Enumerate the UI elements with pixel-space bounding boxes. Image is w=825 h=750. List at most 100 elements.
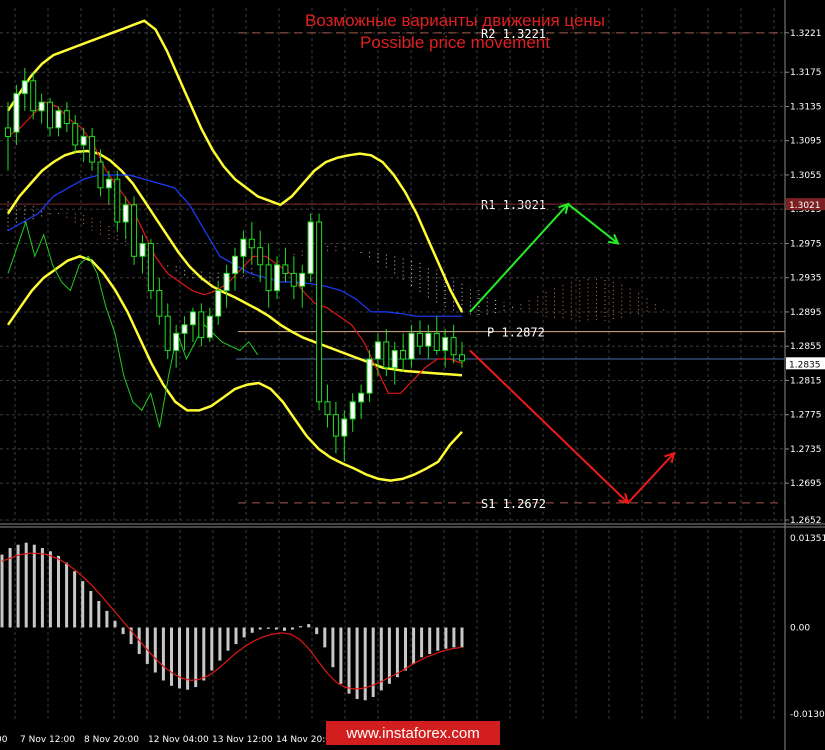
macd-bar bbox=[428, 627, 432, 654]
candle-body bbox=[316, 221, 323, 403]
candle-body bbox=[442, 337, 449, 351]
candle-body bbox=[198, 311, 205, 339]
price-chart: R2 1.3221R1 1.3021P 1.2872S1 1.2672 1.32… bbox=[0, 0, 825, 750]
macd-bar bbox=[283, 627, 286, 631]
candle-body bbox=[349, 401, 356, 420]
candle-body bbox=[374, 341, 381, 360]
level-label-p: P 1.2872 bbox=[487, 326, 545, 340]
candle-body bbox=[13, 93, 20, 133]
macd-bar bbox=[266, 627, 270, 629]
candle-body bbox=[223, 272, 230, 291]
macd-bar bbox=[412, 627, 416, 664]
macd-bar bbox=[242, 627, 246, 638]
watermark[interactable]: www.instaforex.com bbox=[326, 721, 500, 745]
candle-body bbox=[240, 238, 247, 257]
y-tick-label: 1.3221 bbox=[790, 29, 822, 39]
x-tick-label: 7 Nov 12:00 bbox=[20, 735, 75, 745]
macd-bar bbox=[404, 627, 407, 671]
candle-body bbox=[299, 272, 306, 287]
macd-bar bbox=[460, 627, 464, 648]
y-tick-label: 1.3135 bbox=[790, 102, 822, 112]
macd-y-tick-label: -0.01307 bbox=[790, 710, 825, 720]
candle-body bbox=[274, 264, 280, 292]
candle-body bbox=[105, 178, 112, 189]
macd-bar bbox=[89, 591, 93, 628]
macd-y-tick-label: 0.00 bbox=[790, 623, 810, 633]
candle-body bbox=[433, 332, 440, 351]
macd-bar bbox=[387, 627, 391, 684]
macd-bar bbox=[161, 627, 165, 681]
candle-body bbox=[282, 264, 289, 274]
macd-bar bbox=[194, 627, 198, 688]
macd-bar bbox=[315, 627, 319, 635]
candle-body bbox=[139, 243, 146, 257]
y-tick-label: 1.3095 bbox=[790, 137, 822, 147]
y-tick-label: 1.2895 bbox=[790, 308, 822, 318]
macd-bar bbox=[250, 627, 254, 633]
macd-bar bbox=[452, 627, 456, 648]
macd-bar bbox=[371, 627, 375, 697]
macd-bar bbox=[178, 627, 181, 689]
candle-body bbox=[156, 290, 163, 317]
macd-bar bbox=[57, 555, 60, 628]
macd-bar bbox=[8, 548, 12, 628]
macd-bar bbox=[113, 620, 117, 628]
candle-body bbox=[332, 414, 339, 437]
x-tick-label: 8 Nov 20:00 bbox=[84, 735, 139, 745]
title-ru: Возможные варианты движения цены bbox=[305, 11, 605, 30]
macd-bar bbox=[331, 627, 335, 668]
macd-bar bbox=[291, 627, 294, 630]
y-tick-label: 1.2695 bbox=[790, 479, 822, 489]
candle-body bbox=[383, 341, 390, 369]
candle-body bbox=[21, 80, 28, 95]
level-label-s1: S1 1.2672 bbox=[481, 497, 546, 511]
y-tick-label: 1.2855 bbox=[790, 342, 822, 352]
macd-bar bbox=[218, 627, 222, 661]
candle-body bbox=[248, 238, 255, 249]
candle-body bbox=[400, 350, 407, 360]
candle-body bbox=[232, 255, 238, 274]
macd-bar bbox=[339, 627, 343, 684]
macd-bar bbox=[202, 627, 206, 681]
candle-body bbox=[425, 332, 432, 347]
candle-body bbox=[30, 80, 37, 112]
macd-bar bbox=[347, 627, 351, 694]
candle-body bbox=[173, 332, 180, 351]
candle-body bbox=[324, 401, 331, 416]
macd-bar bbox=[323, 627, 327, 648]
y-tick-label: 1.2815 bbox=[790, 376, 822, 386]
macd-bar bbox=[226, 627, 230, 651]
candle-body bbox=[206, 315, 213, 339]
macd-bar bbox=[16, 544, 20, 628]
candle-body bbox=[147, 243, 154, 292]
candle-body bbox=[5, 127, 11, 138]
macd-bar bbox=[73, 571, 77, 628]
candle-body bbox=[416, 332, 423, 347]
macd-bar bbox=[420, 627, 424, 658]
candle-body bbox=[391, 350, 398, 369]
macd-bar bbox=[40, 548, 44, 628]
macd-bar bbox=[145, 627, 149, 664]
candle-body bbox=[89, 135, 96, 163]
candle-body bbox=[38, 101, 45, 112]
macd-bar bbox=[170, 627, 173, 686]
macd-bar bbox=[24, 542, 28, 628]
macd-bar bbox=[307, 624, 311, 628]
candle-body bbox=[80, 135, 87, 146]
candle-body bbox=[341, 418, 348, 437]
candle-body bbox=[450, 337, 457, 356]
candle-body bbox=[358, 392, 365, 403]
title-en: Possible price movement bbox=[360, 33, 550, 52]
macd-bar bbox=[234, 627, 238, 645]
macd-bar bbox=[395, 627, 399, 678]
y-tick-label: 1.2735 bbox=[790, 445, 822, 455]
y-tick-label: 1.2975 bbox=[790, 239, 822, 249]
macd-bar bbox=[363, 627, 367, 701]
macd-bar bbox=[97, 601, 101, 628]
macd-bar bbox=[258, 627, 262, 630]
candle-body bbox=[459, 354, 465, 362]
candle-body bbox=[307, 221, 314, 274]
candle-body bbox=[47, 101, 53, 129]
candle-body bbox=[265, 264, 272, 292]
candle-body bbox=[97, 161, 104, 189]
